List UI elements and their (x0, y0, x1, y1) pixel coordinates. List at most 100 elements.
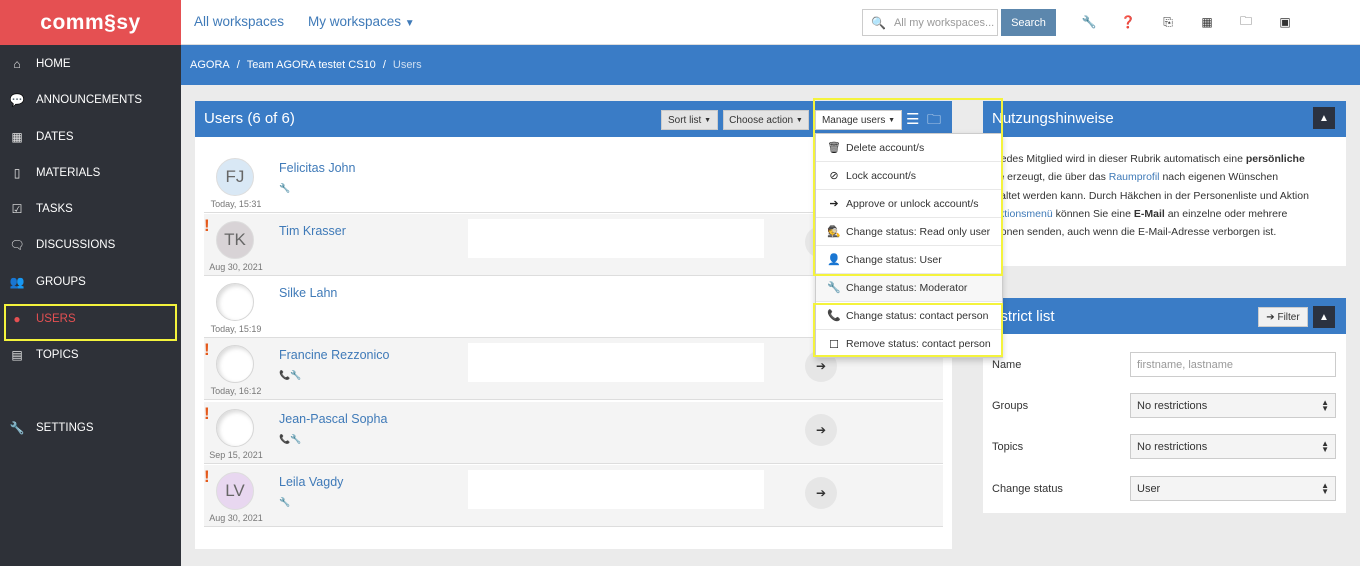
user-name[interactable]: Felicitas John (279, 161, 355, 175)
sidebar-item-label: TOPICS (36, 349, 79, 361)
select-arrows-icon: ▲ ▼ (1321, 398, 1329, 413)
user-row[interactable]: ! Sep 15, 2021 Jean-Pascal Sopha 📞🔧 ➔ (204, 402, 943, 464)
menu-item-lock-accounts[interactable]: ⊘ Lock account/s (816, 162, 1002, 190)
menu-item-status-user[interactable]: 👤 Change status: User (816, 246, 1002, 274)
sidebar-item-announcements[interactable]: 💬 ANNOUNCEMENTS (0, 82, 181, 118)
topics-select[interactable]: No restrictions ▲ ▼ (1130, 434, 1336, 459)
phone-icon: 📞 (827, 310, 841, 322)
sidebar-item-label: DATES (36, 131, 74, 143)
manage-users-label: Manage users (821, 114, 886, 126)
list-view-icon[interactable]: ☰ (906, 110, 919, 128)
all-workspaces-link[interactable]: All workspaces (194, 14, 284, 29)
wrench-icon: 🔧 (279, 183, 291, 193)
user-row[interactable]: ! LV Aug 30, 2021 Leila Vagdy 🔧 ➔ (204, 465, 943, 527)
groups-select[interactable]: No restrictions ▲ ▼ (1130, 393, 1336, 418)
collapse-icon[interactable]: ▲ (1313, 306, 1335, 328)
sign-in-icon[interactable]: ➔ (805, 414, 837, 446)
menu-item-approve-unlock[interactable]: ➔ Approve or unlock account/s (816, 190, 1002, 218)
sidebar-item-topics[interactable]: ▤ TOPICS (0, 337, 181, 373)
breadcrumb-item[interactable]: AGORA (190, 59, 230, 71)
sidebar-item-settings[interactable]: 🔧 SETTINGS (0, 410, 181, 446)
topics-label: Topics (992, 441, 1024, 453)
caret-down-icon: ▼ (704, 116, 712, 124)
breadcrumb-current: Users (392, 59, 422, 71)
collapse-icon[interactable]: ▲ (1313, 107, 1335, 129)
avatar[interactable]: TK (216, 221, 254, 259)
room-profile-link[interactable]: Raumprofil (1109, 171, 1160, 183)
sidebar-item-discussions[interactable]: 🗨 DISCUSSIONS (0, 227, 181, 263)
search-placeholder: All my workspaces... (893, 16, 995, 29)
user-date: Aug 30, 2021 (209, 513, 263, 523)
folder-icon[interactable]: 🗀 (1238, 14, 1254, 30)
name-label: Name (992, 359, 1022, 371)
wrench-icon: 🔧 (827, 282, 841, 294)
sidebar-item-materials[interactable]: ▯ MATERIALS (0, 155, 181, 191)
phone-wrench-icons: 📞🔧 (279, 434, 302, 444)
menu-item-status-moderator[interactable]: 🔧 Change status: Moderator (816, 274, 1002, 302)
exclamation-icon: ! (204, 404, 210, 423)
menu-item-status-contact[interactable]: 📞 Change status: contact person (816, 302, 1002, 330)
user-name[interactable]: Silke Lahn (279, 286, 337, 300)
user-name[interactable]: Leila Vagdy (279, 475, 343, 489)
table-icon[interactable]: ▦ (1199, 14, 1215, 30)
users-panel-title: Users (6 of 6) (204, 110, 295, 127)
name-filter-input[interactable]: firstname, lastname (1130, 352, 1336, 377)
sidebar-item-groups[interactable]: 👥 GROUPS (0, 264, 181, 300)
avatar[interactable]: LV (216, 472, 254, 510)
menu-item-status-read-only[interactable]: 🕵 Change status: Read only user (816, 218, 1002, 246)
help-icon[interactable]: ❓ (1120, 14, 1136, 30)
avatar[interactable] (216, 283, 254, 321)
redacted-box (468, 470, 764, 509)
sidebar-item-label: MATERIALS (36, 167, 101, 179)
my-workspaces-dropdown[interactable]: My workspaces ▼ (308, 14, 415, 29)
users-panel-header: Users (6 of 6) Sort list ▼ Choose action… (195, 101, 952, 137)
sidebar-item-home[interactable]: ⌂ HOME (0, 46, 181, 82)
restrict-list-panel: estrict list ➔ Filter ▲ Name firstname, … (983, 298, 1346, 513)
menu-item-label: Approve or unlock account/s (846, 197, 979, 210)
menu-item-label: Delete account/s (846, 141, 925, 154)
exclamation-icon: ! (204, 340, 210, 359)
clipboard-icon[interactable]: ⎘ (1160, 14, 1176, 30)
user-name[interactable]: Francine Rezzonico (279, 348, 389, 362)
usage-text: r jedes Mitglied wird in dieser Rubrik a… (992, 153, 1246, 165)
sidebar-item-dates[interactable]: ▦ DATES (0, 119, 181, 155)
user-date: Sep 15, 2021 (209, 450, 263, 460)
wrench-icon[interactable]: 🔧 (1081, 14, 1097, 30)
usage-notes-panel: Nutzungshinweise ▲ r jedes Mitglied wird… (983, 101, 1346, 266)
groups-label: Groups (992, 400, 1029, 412)
qr-icon[interactable]: ▣ (1277, 14, 1293, 30)
change-status-label: Change status (992, 483, 1063, 495)
change-status-select[interactable]: User ▲ ▼ (1130, 476, 1336, 501)
usage-notes-header: Nutzungshinweise ▲ (983, 101, 1346, 137)
checkbox-icon: ☑ (11, 202, 23, 216)
choose-action-label: Choose action (729, 114, 794, 126)
restrict-list-header: estrict list ➔ Filter ▲ (983, 298, 1346, 334)
sort-list-button[interactable]: Sort list ▼ (661, 110, 718, 130)
choose-action-button[interactable]: Choose action ▼ (723, 110, 809, 130)
menu-item-delete-accounts[interactable]: 🗑 Delete account/s (816, 134, 1002, 162)
menu-item-remove-contact[interactable]: ☐ Remove status: contact person (816, 330, 1002, 358)
folder-view-icon[interactable]: 🗀 (927, 109, 941, 133)
user-icon: 👤 (827, 254, 841, 266)
search-button[interactable]: Search (1001, 9, 1056, 36)
usage-text: persönliche (1245, 153, 1305, 165)
breadcrumb-item[interactable]: Team AGORA testet CS10 (247, 59, 376, 71)
commsy-logo[interactable]: comm§sy (0, 0, 181, 45)
avatar[interactable]: FJ (216, 158, 254, 196)
my-workspaces-label: My workspaces (308, 14, 402, 29)
sidebar-item-label: GROUPS (36, 276, 86, 288)
sidebar-item-tasks[interactable]: ☑ TASKS (0, 191, 181, 227)
sign-in-icon[interactable]: ➔ (805, 477, 837, 509)
user-name[interactable]: Tim Krasser (279, 224, 346, 238)
search-input[interactable]: 🔍 All my workspaces... (862, 9, 998, 36)
exclamation-icon: ! (204, 467, 210, 486)
avatar[interactable] (216, 345, 254, 383)
user-name[interactable]: Jean-Pascal Sopha (279, 412, 387, 426)
caret-down-icon: ▼ (795, 116, 803, 124)
manage-users-button[interactable]: Manage users ▼ (815, 110, 902, 130)
avatar[interactable] (216, 409, 254, 447)
sidebar-item-label: HOME (36, 58, 71, 70)
caret-down-icon: ▼ (888, 116, 896, 124)
filter-button[interactable]: ➔ Filter (1258, 307, 1308, 327)
sign-in-icon: ➔ (829, 198, 839, 210)
